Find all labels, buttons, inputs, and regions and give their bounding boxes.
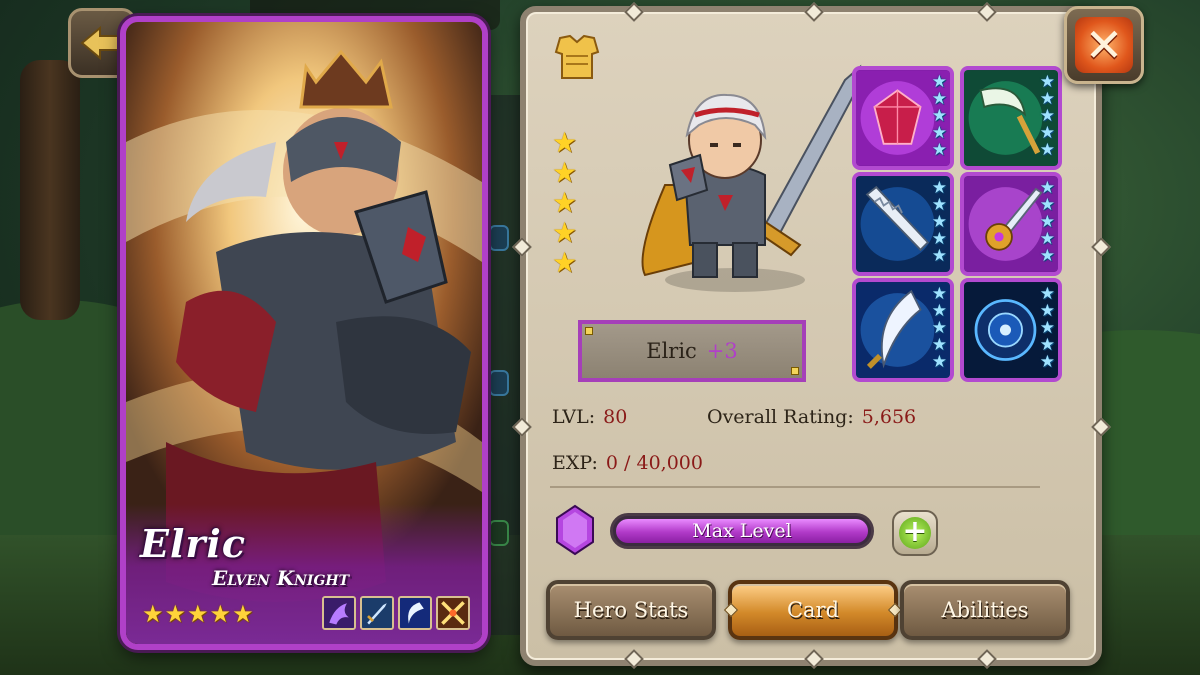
exp-label: EXP: (552, 452, 598, 474)
tab-hero-stats[interactable]: Hero Stats (546, 580, 716, 640)
exp-stat: EXP: 0 / 40,000 (552, 452, 703, 474)
star-icon: ★ (552, 156, 578, 189)
hero-card-stars: ★ ★ ★ ★ ★ (142, 602, 254, 626)
star-icon: ★ (232, 600, 254, 628)
equipment-stars: ★ ★ ★ ★ ★ (1039, 284, 1055, 372)
hero-upgrade-level: +3 (706, 339, 738, 363)
star-icon: ★ (164, 600, 187, 628)
divider (550, 486, 1040, 488)
equipment-stars: ★ ★ ★ ★ ★ (931, 284, 947, 372)
plus-icon: + (899, 517, 931, 549)
hero-rank-stars: ★ ★ ★ ★ ★ (552, 126, 578, 279)
star-icon: ★ (552, 246, 578, 279)
crescent-skill-icon[interactable] (398, 596, 432, 630)
level-value: 80 (603, 406, 628, 428)
level-progress-fill: Max Level (616, 519, 868, 543)
equipment-grid: ★ ★ ★ ★ ★ ★ ★ ★ ★ ★ ★ ★ ★ ★ ★ ★ ★ ★ ★ ★ ★ ★ ★ ★ ★ (852, 66, 1062, 382)
equipment-stars: ★ ★ ★ ★ ★ (931, 178, 947, 266)
rating-value: 5,656 (861, 406, 917, 428)
sword-skill-icon[interactable] (360, 596, 394, 630)
cross-slash-skill-icon[interactable] (436, 596, 470, 630)
hero-card-class: Elven Knight (212, 566, 350, 590)
equipment-slot[interactable]: ★ ★ ★ ★ ★ (960, 66, 1062, 170)
equipment-stars: ★ ★ ★ ★ ★ (1039, 72, 1055, 160)
star-icon: ★ (552, 126, 578, 159)
equipment-slot[interactable]: ★ ★ ★ ★ ★ (852, 172, 954, 276)
hero-card[interactable]: Elric Elven Knight ★ ★ ★ ★ ★ (120, 16, 488, 650)
add-exp-button[interactable]: + (892, 510, 938, 556)
purple-gem-icon (556, 504, 594, 556)
level-stat: LVL: 80 (552, 406, 627, 428)
rating-stat: Overall Rating: 5,656 (707, 406, 916, 428)
hero-name-plate: Elric +3 (578, 320, 806, 382)
equipment-slot[interactable]: ★ ★ ★ ★ ★ (960, 172, 1062, 276)
tab-abilities[interactable]: Abilities (900, 580, 1070, 640)
rating-label: Overall Rating: (707, 406, 854, 428)
hero-card-name: Elric (140, 521, 246, 566)
equipment-stars: ★ ★ ★ ★ ★ (931, 72, 947, 160)
hero-name-plate-name: Elric (646, 339, 697, 363)
equipment-slot[interactable]: ★ ★ ★ ★ ★ (852, 278, 954, 382)
close-icon: ✕ (1075, 17, 1133, 73)
star-icon: ★ (187, 600, 209, 628)
tab-card-label: Card (786, 598, 840, 622)
armor-icon (554, 34, 600, 79)
arrow-left-icon (80, 25, 123, 61)
hero-card-skills (322, 596, 470, 630)
star-icon: ★ (552, 186, 578, 219)
equipment-stars: ★ ★ ★ ★ ★ (1039, 178, 1055, 266)
level-label: LVL: (552, 406, 596, 428)
hero-sprite (641, 64, 862, 292)
star-icon: ★ (552, 216, 578, 249)
exp-value: 0 / 40,000 (605, 452, 703, 474)
star-icon: ★ (142, 600, 164, 628)
equipment-slot[interactable]: ★ ★ ★ ★ ★ (852, 66, 954, 170)
tab-card[interactable]: Card (723, 580, 903, 640)
star-icon: ★ (209, 600, 232, 628)
shadow-skill-icon[interactable] (322, 596, 356, 630)
level-progress-bar: Max Level (610, 513, 874, 549)
close-button[interactable]: ✕ (1064, 6, 1144, 84)
equipment-slot[interactable]: ★ ★ ★ ★ ★ (960, 278, 1062, 382)
